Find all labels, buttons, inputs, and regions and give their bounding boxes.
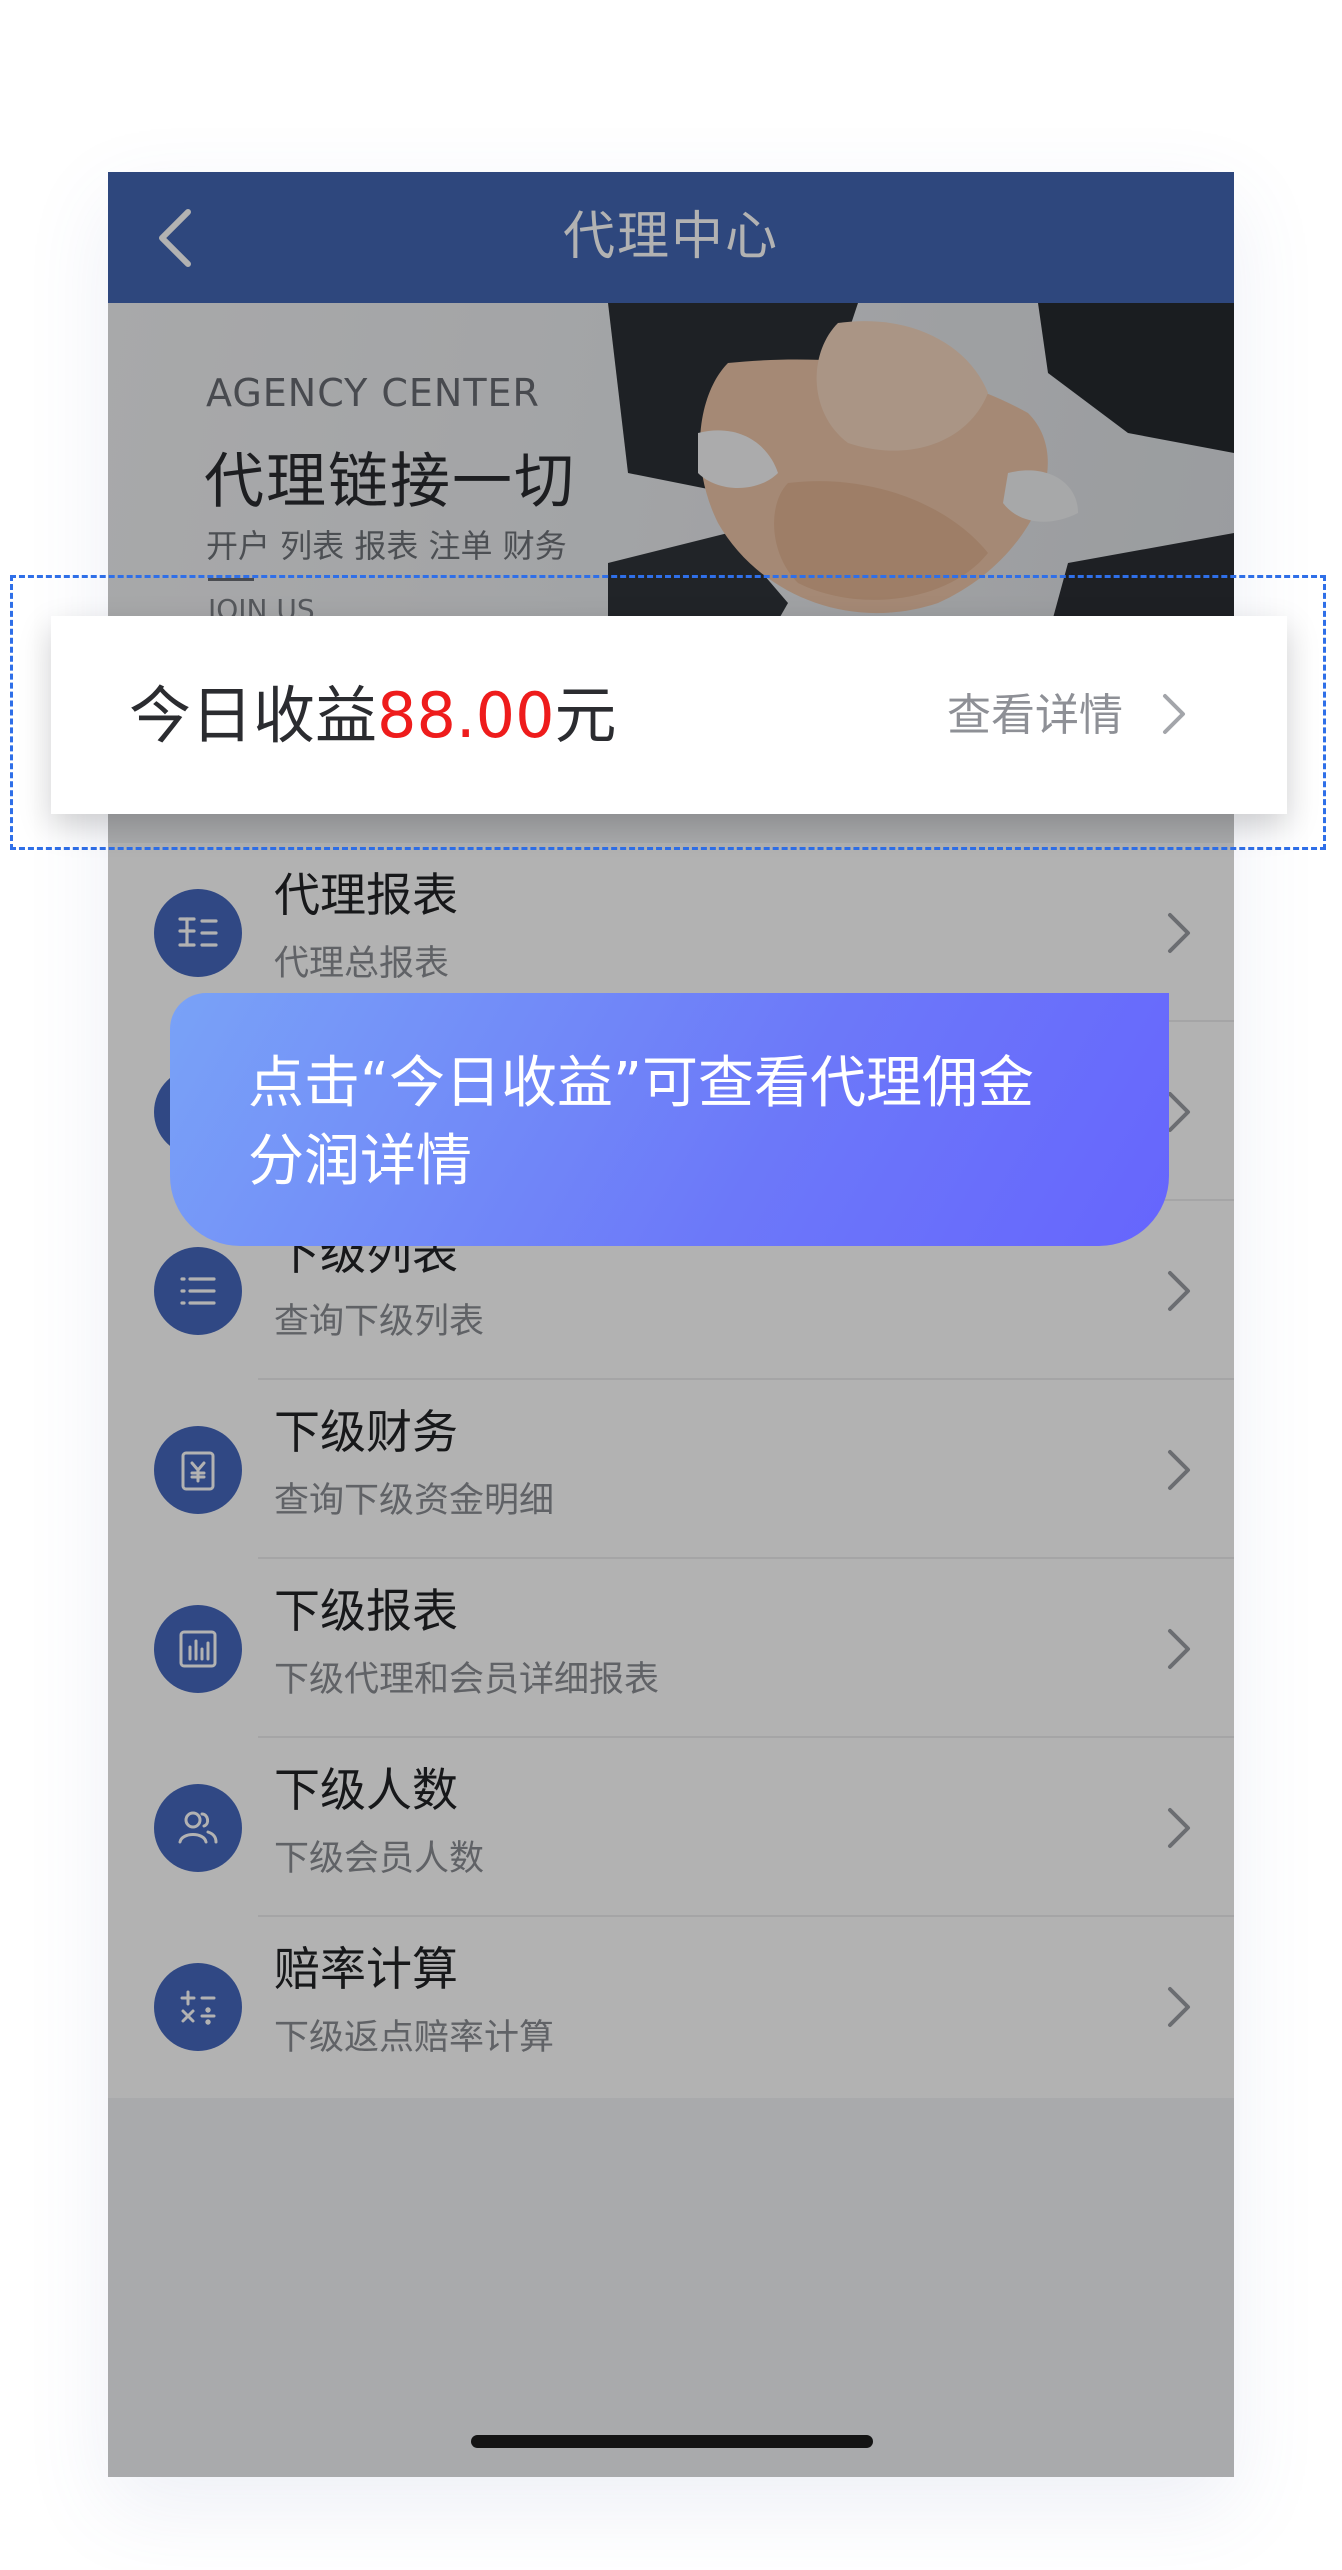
today-earnings-text: 今日收益88.00元 bbox=[129, 678, 617, 754]
today-earnings-amount: 88.00 bbox=[377, 679, 555, 752]
tooltip-message: 点击“今日收益”可查看代理佣金 分润详情 bbox=[248, 1045, 1099, 1201]
phone-screen: 代理中心 AGENCY CENTER 代理链接一切 开户 列表 报表 注单 财务… bbox=[108, 172, 1234, 2477]
home-indicator[interactable] bbox=[471, 2435, 873, 2448]
today-earnings-card[interactable]: 今日收益88.00元 查看详情 bbox=[51, 616, 1287, 814]
tooltip-line-1: 点击“今日收益”可查看代理佣金 bbox=[248, 1051, 1035, 1116]
today-earnings-unit: 元 bbox=[554, 679, 617, 752]
today-earnings-label: 今日收益 bbox=[129, 679, 378, 752]
tooltip-line-2: 分润详情 bbox=[248, 1129, 472, 1194]
chevron-right-icon[interactable] bbox=[1159, 690, 1189, 738]
guide-tooltip[interactable]: 点击“今日收益”可查看代理佣金 分润详情 bbox=[170, 993, 1169, 1246]
view-details-link[interactable]: 查看详情 bbox=[947, 686, 1123, 746]
dim-overlay[interactable] bbox=[108, 172, 1234, 2477]
